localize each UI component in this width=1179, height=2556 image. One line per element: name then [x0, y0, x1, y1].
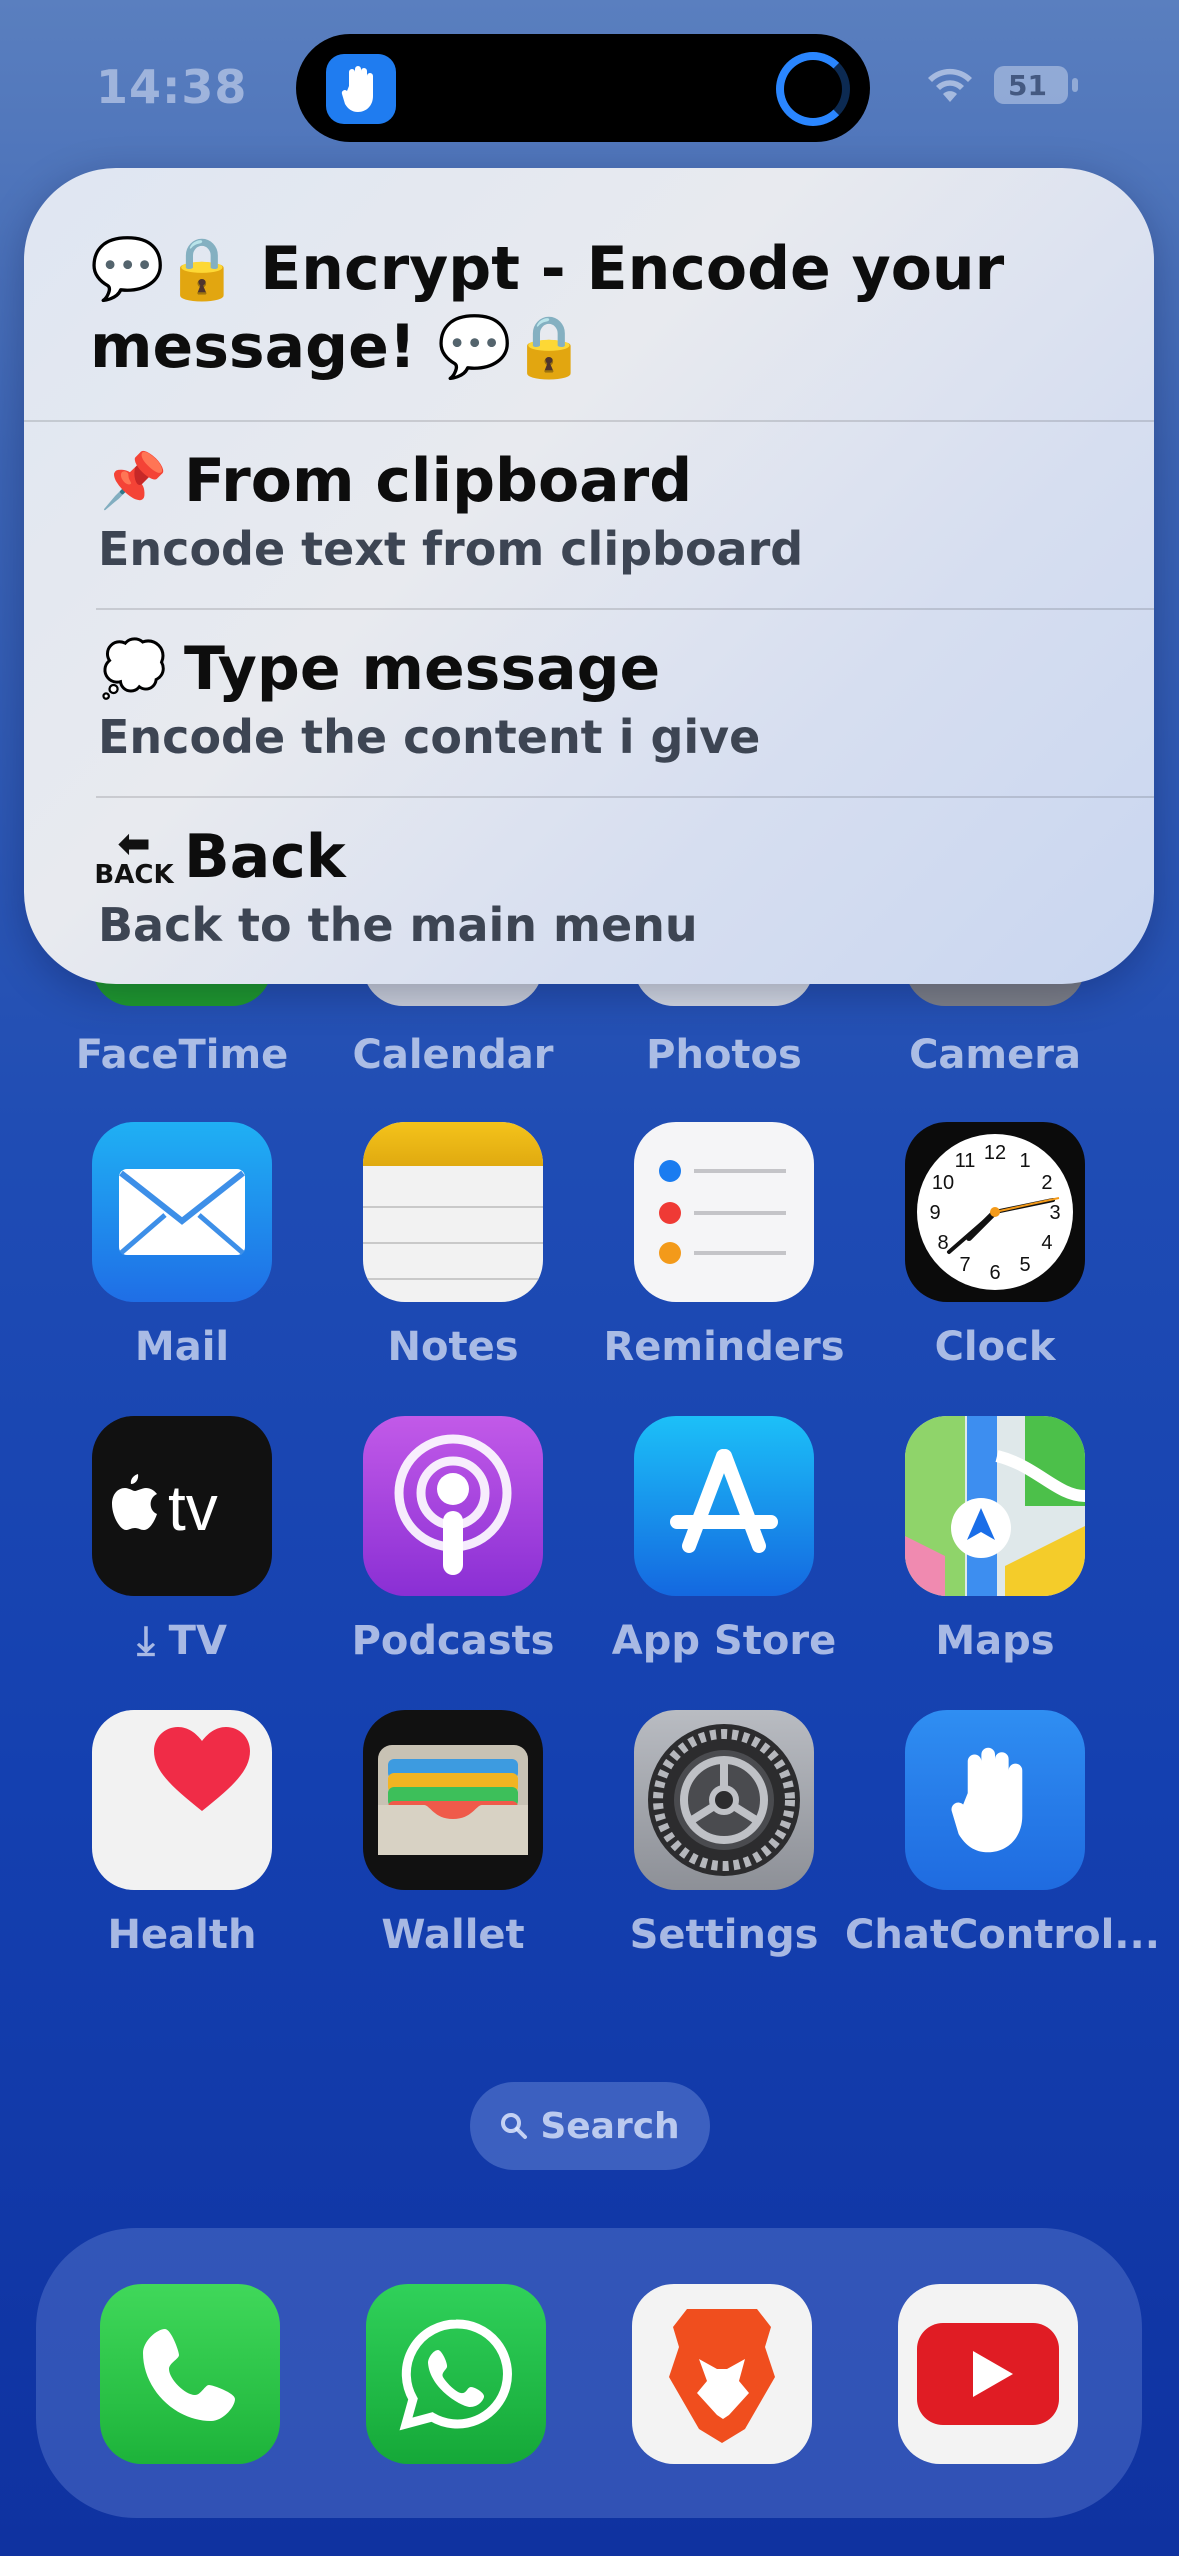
wallet-icon	[363, 1710, 543, 1890]
app-label: Clock	[934, 1324, 1056, 1370]
thought-bubble-icon: 💭	[100, 637, 168, 700]
menu-item-subtitle: Encode text from clipboard	[98, 522, 804, 576]
youtube-icon[interactable]	[898, 2284, 1078, 2464]
menu-item-label: Back	[184, 822, 346, 892]
dynamic-island[interactable]	[296, 34, 870, 142]
cloud-download-icon: ⤓	[137, 1618, 169, 1664]
mail-icon	[92, 1122, 272, 1302]
clock-numeral: 9	[929, 1202, 940, 1224]
clock-numeral: 11	[955, 1150, 976, 1172]
app-reminders[interactable]: Reminders	[603, 1122, 845, 1370]
menu-item-label: Type message	[184, 634, 661, 704]
clock-numeral: 1	[1019, 1150, 1030, 1172]
clock-numeral: 12	[984, 1142, 1006, 1164]
battery-level: 51	[1008, 68, 1047, 102]
app-label-calendar[interactable]: Calendar	[303, 1032, 603, 1078]
clock-numeral: 5	[1019, 1254, 1030, 1276]
podcasts-icon	[363, 1416, 543, 1596]
app-store-icon	[634, 1416, 814, 1596]
clock-numeral: 6	[989, 1262, 1000, 1284]
app-label: Reminders	[603, 1324, 845, 1370]
dock	[36, 2228, 1142, 2518]
app-label-photos[interactable]: Photos	[574, 1032, 874, 1078]
clock-numeral: 8	[937, 1232, 948, 1254]
menu-title: 💬🔒 Encrypt - Encode your message! 💬🔒	[90, 234, 1005, 382]
app-label: App Store	[611, 1618, 837, 1664]
reminders-icon	[634, 1122, 814, 1302]
menu-item-from-clipboard[interactable]: 📌 From clipboard Encode text from clipboa…	[98, 446, 1098, 576]
clock-numeral: 2	[1041, 1172, 1052, 1194]
search-button[interactable]: Search	[470, 2082, 710, 2170]
app-mail[interactable]: Mail	[92, 1122, 272, 1370]
app-wallet[interactable]: Wallet	[363, 1710, 543, 1958]
search-label: Search	[540, 2105, 680, 2147]
raised-hand-icon	[905, 1710, 1085, 1890]
clock-numeral: 7	[959, 1254, 970, 1276]
menu-item-type-message[interactable]: 💭 Type message Encode the content i give	[98, 634, 1098, 764]
app-chatcontrol[interactable]: ChatControl...	[845, 1710, 1160, 1958]
menu-item-subtitle: Back to the main menu	[98, 898, 698, 952]
app-label: ChatControl...	[845, 1912, 1160, 1958]
battery-indicator: 51	[994, 66, 1078, 104]
app-maps[interactable]: Maps	[905, 1416, 1085, 1664]
status-time: 14:38	[96, 60, 248, 114]
settings-gear-icon	[634, 1710, 814, 1890]
phone-icon[interactable]	[100, 2284, 280, 2464]
search-icon	[501, 2113, 528, 2139]
wifi-icon	[928, 68, 972, 102]
apple-tv-icon: tv	[92, 1416, 272, 1596]
app-clock[interactable]: 12 1 2 3 4 5 6 7 8 9 10 11 Clock	[905, 1122, 1085, 1370]
brave-lion-icon[interactable]	[632, 2284, 812, 2464]
app-label-camera[interactable]: Camera	[845, 1032, 1145, 1078]
app-label: Settings	[629, 1912, 819, 1958]
raised-hand-icon	[326, 54, 396, 124]
app-label-tv: ⤓ TV	[137, 1618, 227, 1664]
app-label: Health	[107, 1912, 257, 1958]
back-arrow-icon: ⬅ BACK	[94, 821, 174, 890]
progress-ring-icon	[776, 52, 850, 126]
pushpin-icon: 📌	[100, 449, 168, 512]
menu-item-subtitle: Encode the content i give	[98, 710, 761, 764]
health-heart-icon	[92, 1710, 272, 1890]
app-tv[interactable]: tv ⤓ TV	[92, 1416, 272, 1664]
app-settings[interactable]: Settings	[630, 1710, 818, 1958]
svg-text:tv: tv	[168, 1472, 218, 1544]
app-label: Wallet	[381, 1912, 525, 1958]
shortcut-menu: 💬🔒 Encrypt - Encode your message! 💬🔒 📌 Fr…	[24, 168, 1154, 984]
app-podcasts[interactable]: Podcasts	[352, 1416, 554, 1664]
app-label: Mail	[134, 1324, 230, 1370]
clock-numeral: 10	[932, 1172, 954, 1194]
notes-icon	[363, 1122, 543, 1302]
menu-item-back[interactable]: ⬅ BACK Back Back to the main menu	[94, 821, 1098, 952]
app-label-facetime[interactable]: FaceTime	[32, 1032, 332, 1078]
app-notes[interactable]: Notes	[363, 1122, 543, 1370]
maps-icon	[905, 1416, 1085, 1596]
clock-icon: 12 1 2 3 4 5 6 7 8 9 10 11	[905, 1122, 1085, 1302]
app-label: Podcasts	[351, 1618, 555, 1664]
app-label: Notes	[387, 1324, 519, 1370]
app-label: Maps	[935, 1618, 1055, 1664]
app-health[interactable]: Health	[92, 1710, 272, 1958]
clock-numeral: 3	[1049, 1202, 1060, 1224]
app-app-store[interactable]: App Store	[612, 1416, 836, 1664]
whatsapp-icon[interactable]	[366, 2284, 546, 2464]
menu-item-label: From clipboard	[184, 446, 693, 516]
clock-numeral: 4	[1041, 1232, 1052, 1254]
